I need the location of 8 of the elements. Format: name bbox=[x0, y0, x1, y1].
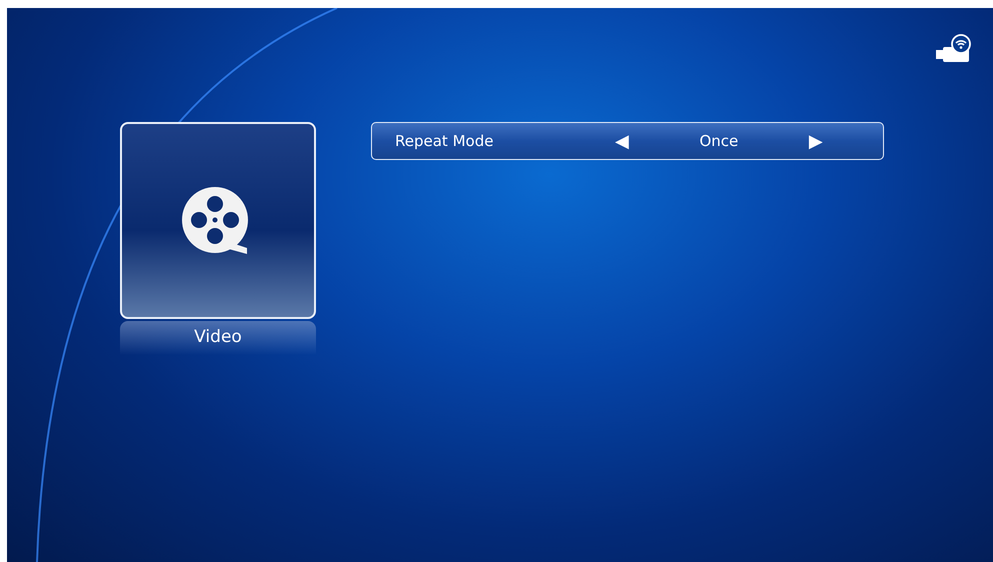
next-arrow[interactable]: ▶ bbox=[808, 128, 823, 154]
setting-value: Once bbox=[698, 130, 740, 152]
tile-label: Video bbox=[120, 321, 316, 355]
repeat-mode-row[interactable]: Repeat Mode ◀ Once ▶ bbox=[371, 122, 884, 160]
setting-label: Repeat Mode bbox=[395, 130, 494, 152]
video-tile[interactable] bbox=[120, 122, 316, 319]
wireless-dongle-icon bbox=[935, 34, 971, 64]
previous-arrow[interactable]: ◀ bbox=[615, 128, 629, 154]
